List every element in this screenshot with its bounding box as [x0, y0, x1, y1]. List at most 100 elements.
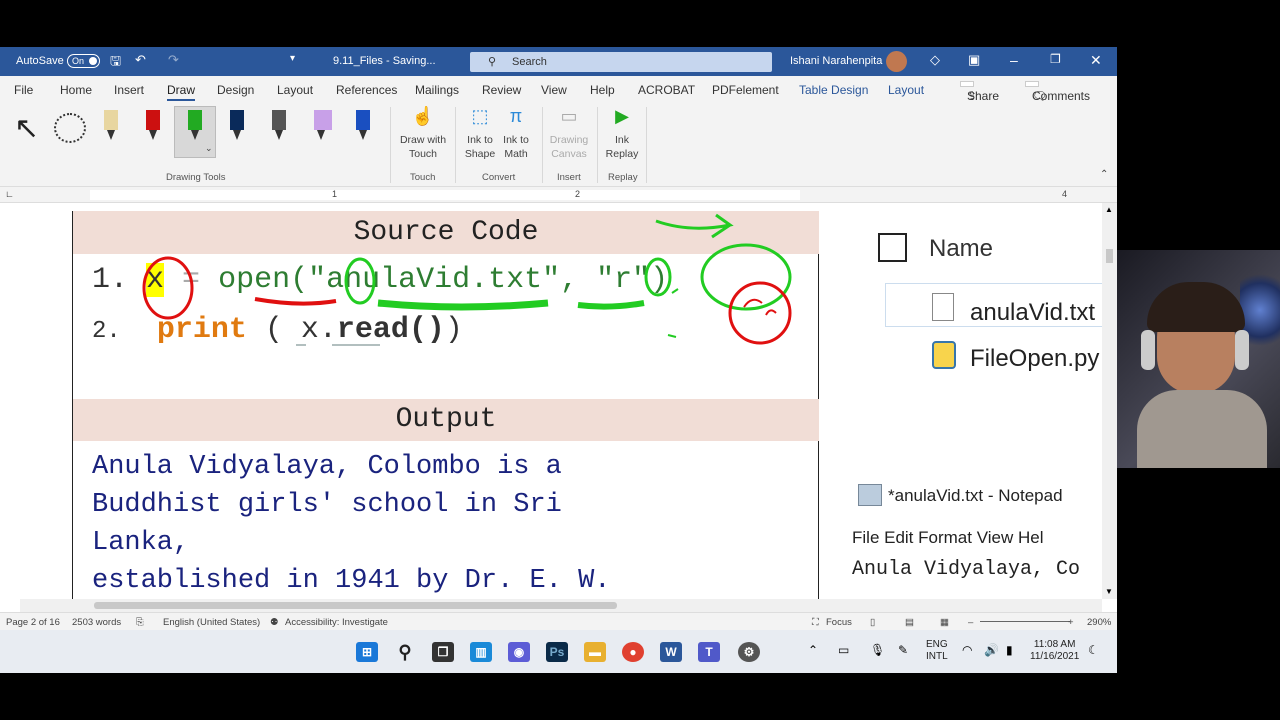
- wifi-icon[interactable]: ◠: [962, 643, 972, 657]
- scroll-down-icon[interactable]: ▼: [1105, 587, 1113, 596]
- tab-references[interactable]: References: [336, 83, 397, 97]
- ink-green-underline-filename: [377, 299, 549, 311]
- pen-green[interactable]: [188, 110, 202, 140]
- user-name[interactable]: Ishani Narahenpita: [790, 55, 882, 67]
- zoom-slider[interactable]: [980, 621, 1070, 622]
- ink-to-shape-button[interactable]: ⬚ Ink to Shape: [462, 107, 498, 161]
- collapse-ribbon-chevron-icon[interactable]: ⌃: [1100, 169, 1108, 180]
- input-language[interactable]: ENG INTL: [926, 639, 948, 663]
- tab-table-layout[interactable]: Layout: [888, 83, 924, 97]
- word-count[interactable]: 2503 words: [72, 617, 121, 628]
- horizontal-scrollbar[interactable]: [20, 599, 1102, 612]
- canvas-icon: ▭: [560, 106, 578, 126]
- chrome-icon[interactable]: ●: [622, 642, 644, 662]
- share-button[interactable]: ⇪ Share: [960, 81, 999, 103]
- photoshop-icon[interactable]: Ps: [546, 642, 568, 662]
- autosave-toggle[interactable]: On: [67, 54, 100, 68]
- redo-icon[interactable]: ↷: [168, 52, 179, 68]
- tab-acrobat[interactable]: ACROBAT: [638, 83, 695, 97]
- presenter-body: [1137, 390, 1267, 468]
- widgets-icon[interactable]: ▥: [470, 642, 492, 662]
- draw-with-touch-button[interactable]: ☝ Draw with Touch: [397, 107, 449, 161]
- undo-icon[interactable]: ↶: [135, 52, 146, 68]
- tab-selector-icon[interactable]: ∟: [5, 189, 14, 199]
- zoom-in-icon[interactable]: +: [1068, 617, 1074, 628]
- vertical-scrollbar[interactable]: ▲ ▼: [1102, 203, 1117, 599]
- tab-design[interactable]: Design: [217, 83, 254, 97]
- read-mode-icon[interactable]: ▯: [870, 617, 875, 628]
- task-view-icon[interactable]: ❒: [432, 642, 454, 662]
- tab-layout[interactable]: Layout: [277, 83, 313, 97]
- word-icon[interactable]: W: [660, 642, 682, 662]
- focus-mode[interactable]: Focus: [826, 617, 852, 628]
- pen-tray-icon[interactable]: ✎: [898, 643, 908, 657]
- diamond-icon[interactable]: ◇: [930, 52, 940, 68]
- avatar[interactable]: [886, 51, 907, 72]
- highlighter-purple[interactable]: [314, 110, 332, 140]
- ink-to-math-button[interactable]: π Ink to Math: [498, 107, 534, 161]
- text-file-icon: [932, 293, 954, 321]
- pen-options-chevron-icon[interactable]: ⌄: [205, 143, 213, 154]
- tab-mailings[interactable]: Mailings: [415, 83, 459, 97]
- pen-galaxy-blue[interactable]: [356, 110, 370, 140]
- web-layout-icon[interactable]: ▦: [940, 617, 949, 628]
- accessibility-status[interactable]: Accessibility: Investigate: [285, 617, 388, 628]
- status-bar: Page 2 of 16 2503 words ⎘ English (Unite…: [0, 612, 1117, 630]
- language[interactable]: English (United States): [163, 617, 260, 628]
- file-anulavid[interactable]: anulaVid.txt: [970, 299, 1095, 327]
- volume-icon[interactable]: 🔊: [984, 643, 999, 657]
- lasso-icon[interactable]: [54, 113, 86, 143]
- ink-replay-button[interactable]: ▶ Ink Replay: [602, 107, 642, 161]
- source-code-header: Source Code: [73, 211, 819, 254]
- microphone-icon[interactable]: 🎙: [870, 643, 885, 657]
- tab-pdfelement[interactable]: PDFelement: [712, 83, 779, 97]
- scroll-up-icon[interactable]: ▲: [1105, 205, 1113, 214]
- notepad-menu[interactable]: File Edit Format View Hel: [852, 528, 1043, 548]
- tab-view[interactable]: View: [541, 83, 567, 97]
- tray-chevron-icon[interactable]: ⌃: [808, 643, 818, 657]
- pen-red[interactable]: [146, 110, 160, 140]
- file-fileopen[interactable]: FileOpen.py: [970, 345, 1099, 373]
- zoom-level[interactable]: 290%: [1087, 617, 1111, 628]
- chat-icon[interactable]: ◉: [508, 642, 530, 662]
- save-icon[interactable]: 🖫: [110, 52, 121, 74]
- tab-table-design[interactable]: Table Design: [799, 83, 868, 97]
- close-icon[interactable]: ✕: [1090, 52, 1102, 69]
- minimize-icon[interactable]: –: [1010, 52, 1018, 68]
- document-canvas[interactable]: Source Code 1. x = open("anulaVid.txt", …: [0, 203, 1102, 599]
- tab-insert[interactable]: Insert: [114, 83, 144, 97]
- customize-qat-icon[interactable]: ▾: [290, 53, 295, 64]
- start-windows-icon[interactable]: ⊞: [356, 642, 378, 662]
- tray-device-icon[interactable]: ▭: [838, 643, 849, 657]
- zoom-out-icon[interactable]: –: [968, 617, 973, 628]
- ribbon-display-icon[interactable]: ▣: [968, 52, 980, 68]
- select-all-checkbox[interactable]: [878, 233, 907, 262]
- file-explorer-icon[interactable]: ▬: [584, 642, 606, 662]
- tab-review[interactable]: Review: [482, 83, 521, 97]
- tab-file[interactable]: File: [14, 83, 33, 97]
- tab-help[interactable]: Help: [590, 83, 615, 97]
- ink-red-circle-r: [728, 281, 792, 345]
- comments-button[interactable]: 🗨 Comments: [1025, 81, 1090, 103]
- pen-darkblue[interactable]: [230, 110, 244, 140]
- drawing-canvas-button[interactable]: ▭ Drawing Canvas: [547, 106, 591, 161]
- print-layout-icon[interactable]: ▤: [905, 617, 914, 628]
- settings-gear-icon[interactable]: ⚙: [738, 642, 760, 662]
- document-title[interactable]: 9.11_Files - Saving...: [333, 55, 436, 67]
- teams-icon[interactable]: T: [698, 642, 720, 662]
- highlighter-tan[interactable]: [104, 110, 118, 140]
- battery-icon[interactable]: ▮: [1006, 643, 1013, 657]
- tab-draw[interactable]: Draw: [167, 83, 196, 101]
- tab-home[interactable]: Home: [60, 83, 92, 97]
- select-pointer-icon[interactable]: ↖: [14, 111, 39, 146]
- page-count[interactable]: Page 2 of 16: [6, 617, 60, 628]
- name-column-header[interactable]: Name: [929, 235, 993, 263]
- notifications-icon[interactable]: ☾: [1088, 643, 1099, 657]
- clock[interactable]: 11:08 AM 11/16/2021: [1030, 639, 1079, 663]
- restore-icon[interactable]: ❐: [1050, 52, 1061, 66]
- proofing-icon[interactable]: ⎘: [136, 617, 144, 628]
- search-box[interactable]: ⚲ Search: [470, 52, 772, 72]
- pencil-gray[interactable]: [272, 110, 286, 140]
- ink-green-circle-mode: [700, 243, 792, 311]
- search-taskbar-icon[interactable]: ⚲: [394, 642, 416, 662]
